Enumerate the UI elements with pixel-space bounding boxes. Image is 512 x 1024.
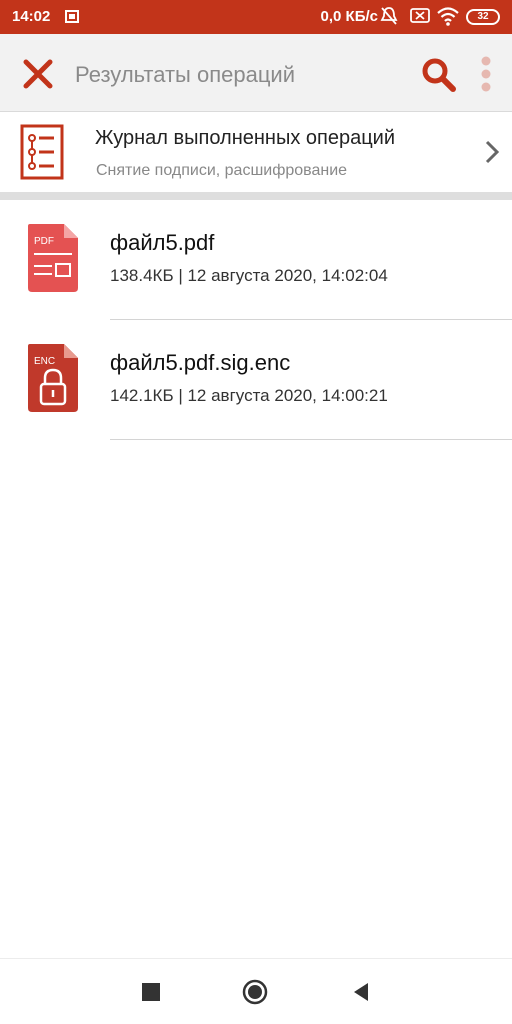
search-icon (422, 58, 456, 92)
network-speed: 0,0 КБ/с (320, 8, 378, 25)
recent-apps-button[interactable] (138, 979, 164, 1005)
file-type-label: PDF (34, 236, 54, 247)
journal-subtitle: Снятие подписи, расшифрование (96, 162, 348, 179)
recent-apps-icon (142, 983, 160, 1001)
operations-journal-item[interactable]: Журнал выполненных операций Снятие подпи… (0, 112, 512, 192)
section-divider (0, 192, 512, 200)
pdf-file-icon: PDF (26, 224, 80, 297)
home-icon (242, 979, 268, 1005)
system-nav-bar (0, 958, 512, 1024)
back-icon (354, 983, 368, 1001)
file-name: файл5.pdf.sig.enc (110, 350, 291, 375)
file-list-item[interactable]: ENC файл5.pdf.sig.enc 142.1КБ | 12 авгус… (0, 320, 512, 440)
list-divider (110, 439, 512, 440)
file-meta: 142.1КБ | 12 августа 2020, 14:00:21 (110, 386, 388, 405)
page-title: Результаты операций (75, 62, 296, 87)
more-icon (481, 56, 491, 92)
sim-icon (410, 6, 430, 28)
close-button[interactable] (18, 54, 58, 94)
status-bar: 14:02 0,0 КБ/с 32 (0, 0, 512, 34)
back-button[interactable] (348, 979, 374, 1005)
file-type-label: ENC (34, 356, 55, 367)
battery-icon: 32 (466, 9, 500, 25)
status-time: 14:02 (12, 8, 51, 25)
mute-icon (380, 6, 398, 30)
wifi-icon (436, 6, 460, 30)
journal-icon (20, 124, 64, 185)
app-bar: Результаты операций (0, 34, 512, 112)
chevron-right-icon (482, 138, 502, 171)
more-options-button[interactable] (474, 54, 498, 94)
file-name: файл5.pdf (110, 230, 215, 255)
file-list-item[interactable]: PDF файл5.pdf 138.4КБ | 12 августа 2020,… (0, 200, 512, 320)
enc-file-icon: ENC (26, 344, 80, 417)
notification-icon (64, 8, 80, 28)
home-button[interactable] (242, 979, 268, 1005)
close-icon (23, 59, 53, 89)
file-meta: 138.4КБ | 12 августа 2020, 14:02:04 (110, 266, 388, 285)
journal-title: Журнал выполненных операций (95, 127, 396, 149)
search-button[interactable] (418, 54, 458, 94)
